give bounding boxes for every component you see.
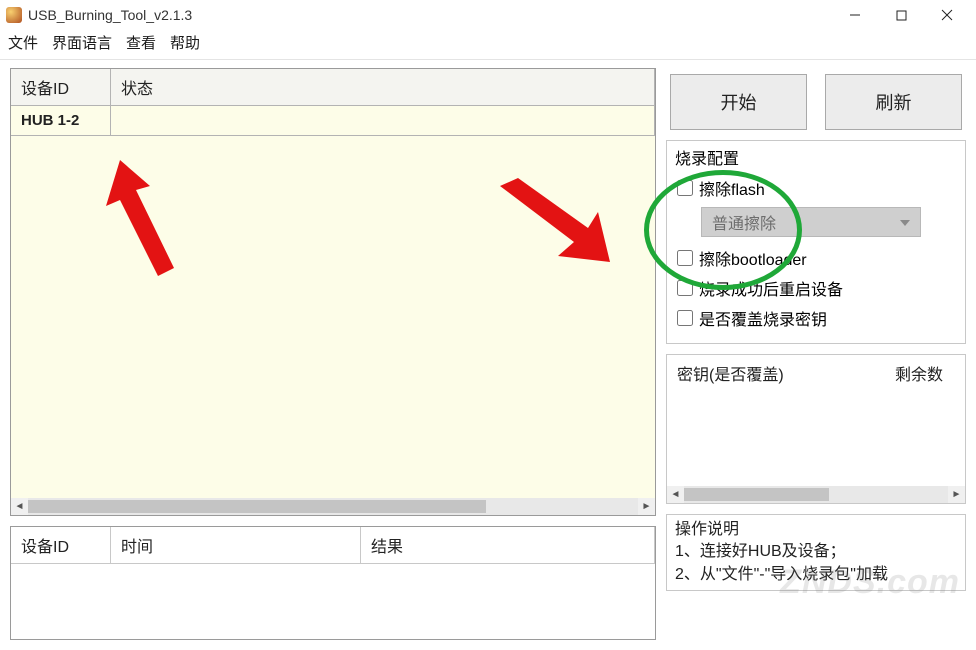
- device-row-id: HUB 1-2: [11, 106, 111, 136]
- erase-flash-label: 擦除flash: [699, 176, 765, 200]
- instructions-line2: 2、从"文件"-"导入烧录包"加载: [675, 564, 957, 586]
- menu-language[interactable]: 界面语言: [52, 32, 112, 53]
- close-button[interactable]: [924, 1, 970, 29]
- window-titlebar: USB_Burning_Tool_v2.1.3: [0, 0, 976, 30]
- key-header-key[interactable]: 密钥(是否覆盖): [667, 355, 885, 391]
- instructions-title: 操作说明: [675, 519, 957, 541]
- minimize-button[interactable]: [832, 1, 878, 29]
- config-title: 烧录配置: [675, 145, 957, 169]
- start-button[interactable]: 开始: [670, 74, 807, 130]
- maximize-button[interactable]: [878, 1, 924, 29]
- device-table: 设备ID 状态 HUB 1-2 ◄ ►: [10, 68, 656, 516]
- reboot-after-label: 烧录成功后重启设备: [699, 276, 843, 300]
- device-table-body: [11, 136, 655, 498]
- menu-view[interactable]: 查看: [126, 32, 156, 53]
- scrollbar-thumb[interactable]: [684, 488, 829, 501]
- burn-config-panel: 烧录配置 擦除flash 普通擦除 擦除bootloader 烧录成功后重启设备: [666, 140, 966, 344]
- key-header-remain[interactable]: 剩余数: [885, 355, 965, 391]
- refresh-button[interactable]: 刷新: [825, 74, 962, 130]
- erase-bootloader-checkbox[interactable]: [677, 250, 693, 266]
- instructions-panel: 操作说明 1、连接好HUB及设备； 2、从"文件"-"导入烧录包"加载: [666, 514, 966, 591]
- instructions-line1: 1、连接好HUB及设备；: [675, 541, 957, 563]
- key-table-body: [667, 391, 965, 486]
- device-row-status: [111, 106, 655, 136]
- log-header-id[interactable]: 设备ID: [11, 527, 111, 564]
- scroll-right-icon[interactable]: ►: [948, 486, 965, 503]
- scroll-left-icon[interactable]: ◄: [667, 486, 684, 503]
- log-header-time[interactable]: 时间: [111, 527, 361, 564]
- key-hscrollbar[interactable]: ◄ ►: [667, 486, 965, 503]
- erase-bootloader-label: 擦除bootloader: [699, 246, 807, 270]
- app-icon: [6, 7, 22, 23]
- overwrite-key-label: 是否覆盖烧录密钥: [699, 306, 827, 330]
- table-row[interactable]: HUB 1-2: [11, 106, 655, 136]
- reboot-after-checkbox[interactable]: [677, 280, 693, 296]
- scroll-left-icon[interactable]: ◄: [11, 498, 28, 515]
- scroll-right-icon[interactable]: ►: [638, 498, 655, 515]
- log-table: 设备ID 时间 结果: [10, 526, 656, 640]
- erase-mode-select[interactable]: 普通擦除: [701, 207, 921, 237]
- overwrite-key-checkbox[interactable]: [677, 310, 693, 326]
- device-hscrollbar[interactable]: ◄ ►: [11, 498, 655, 515]
- key-table: 密钥(是否覆盖) 剩余数 ◄ ►: [666, 354, 966, 504]
- erase-mode-value: 普通擦除: [712, 210, 776, 234]
- window-title: USB_Burning_Tool_v2.1.3: [28, 7, 832, 23]
- erase-flash-checkbox[interactable]: [677, 180, 693, 196]
- menu-help[interactable]: 帮助: [170, 32, 200, 53]
- device-header-id[interactable]: 设备ID: [11, 69, 111, 106]
- menu-file[interactable]: 文件: [8, 32, 38, 53]
- device-header-status[interactable]: 状态: [111, 69, 655, 106]
- menu-bar: 文件 界面语言 查看 帮助: [0, 30, 976, 59]
- scrollbar-thumb[interactable]: [28, 500, 486, 513]
- log-header-result[interactable]: 结果: [361, 527, 655, 564]
